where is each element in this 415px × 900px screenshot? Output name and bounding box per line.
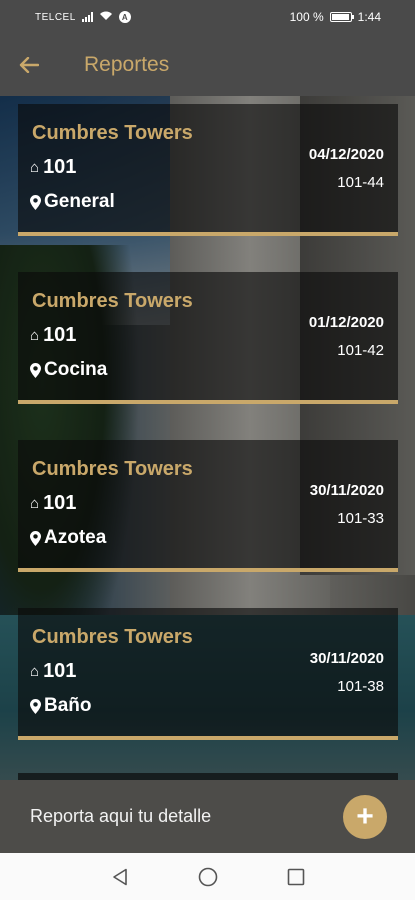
area-name: Cocina (44, 359, 108, 380)
report-card[interactable]: Cumbres Towers ⌂ 101 Cocina 01/12/2020 1… (18, 272, 398, 404)
area-name: Baño (44, 695, 92, 716)
home-icon: ⌂ (30, 327, 40, 344)
battery-icon (329, 12, 354, 22)
home-icon: ⌂ (30, 159, 40, 176)
report-code: 101-38 (337, 678, 384, 695)
report-code: 101-44 (337, 174, 384, 191)
triangle-back-icon (112, 868, 127, 885)
unit-row: ⌂ 101 (30, 156, 76, 179)
status-bar: TELCEL A 100 % 1:44 (0, 0, 415, 34)
notification-icon: A (118, 11, 131, 23)
building-name: Cumbres Towers (32, 626, 193, 648)
area-row: Azotea (30, 527, 106, 549)
wifi-icon (99, 10, 113, 24)
nav-recents-button[interactable] (285, 866, 307, 888)
unit-number: 101 (43, 492, 77, 514)
arrow-left-icon (19, 57, 39, 73)
unit-number: 101 (43, 324, 77, 346)
area-row: General (30, 191, 115, 213)
home-icon: ⌂ (30, 663, 40, 680)
report-action-bar: Reporta aqui tu detalle + (0, 780, 415, 853)
report-date: 30/11/2020 (309, 650, 384, 667)
report-card[interactable]: Cumbres Towers ⌂ 101 Azotea 30/11/2020 1… (18, 440, 398, 572)
back-button[interactable] (0, 34, 58, 96)
report-prompt: Reporta aqui tu detalle (30, 806, 212, 826)
nav-back-button[interactable] (109, 866, 131, 888)
unit-row: ⌂ 101 (30, 492, 76, 515)
report-card[interactable]: Cumbres Towers ⌂ 101 Baño 30/11/2020 101… (18, 608, 398, 740)
area-row: Baño (30, 695, 92, 717)
unit-row: ⌂ 101 (30, 324, 76, 347)
area-name: Azotea (44, 527, 107, 548)
unit-row: ⌂ 101 (30, 660, 76, 683)
battery-text: 100 % (289, 10, 324, 24)
location-pin-icon (30, 362, 41, 378)
unit-number: 101 (43, 156, 77, 178)
report-card[interactable]: Cumbres Towers ⌂ 101 General 04/12/2020 … (18, 104, 398, 236)
report-code: 101-33 (337, 510, 384, 527)
carrier-label: TELCEL (35, 11, 76, 23)
report-date: 04/12/2020 (308, 146, 384, 163)
report-date: 30/11/2020 (309, 482, 384, 499)
unit-number: 101 (43, 660, 77, 682)
building-name: Cumbres Towers (32, 290, 193, 312)
plus-icon: + (356, 799, 374, 833)
location-pin-icon (30, 530, 41, 546)
area-name: General (44, 191, 115, 212)
signal-icon (81, 12, 93, 22)
add-report-button[interactable]: + (343, 794, 387, 839)
report-code: 101-42 (337, 342, 384, 359)
circle-home-icon (198, 867, 217, 886)
location-pin-icon (30, 698, 41, 714)
area-row: Cocina (30, 359, 107, 381)
app-bar: Reportes (0, 34, 415, 96)
square-recents-icon (287, 868, 304, 885)
location-pin-icon (30, 194, 41, 210)
report-list: Cumbres Towers ⌂ 101 General 04/12/2020 … (18, 104, 398, 776)
nav-home-button[interactable] (197, 866, 219, 888)
system-nav-bar (0, 853, 415, 900)
page-title: Reportes (84, 53, 170, 76)
building-name: Cumbres Towers (32, 458, 193, 480)
report-date: 01/12/2020 (308, 314, 384, 331)
clock: 1:44 (357, 10, 381, 24)
building-name: Cumbres Towers (32, 122, 193, 144)
home-icon: ⌂ (30, 495, 40, 512)
